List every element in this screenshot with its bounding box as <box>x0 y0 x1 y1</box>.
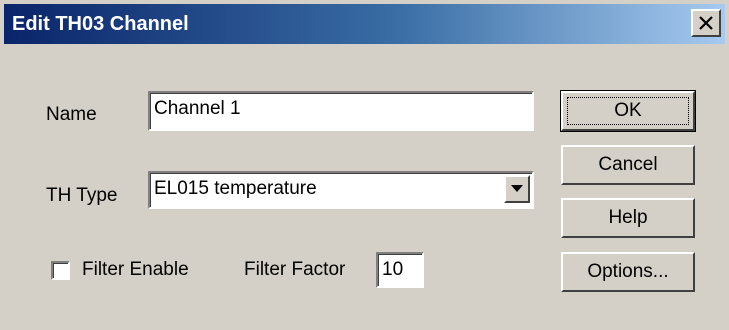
close-icon <box>699 16 713 30</box>
th-type-value: EL015 temperature <box>154 178 317 199</box>
cancel-button[interactable]: Cancel <box>561 145 695 185</box>
options-button-label: Options... <box>587 261 669 282</box>
filter-factor-value: 10 <box>382 259 404 280</box>
focus-rectangle <box>567 97 689 125</box>
filter-factor-input[interactable]: 10 <box>376 252 424 288</box>
th-type-dropdown[interactable]: EL015 temperature <box>148 171 534 209</box>
th-type-label: TH Type <box>46 185 118 206</box>
filter-enable-checkbox[interactable] <box>51 261 70 280</box>
name-input-value: Channel 1 <box>154 98 241 119</box>
name-label: Name <box>46 104 97 125</box>
help-button[interactable]: Help <box>561 198 695 238</box>
cancel-button-label: Cancel <box>598 154 658 175</box>
dropdown-arrow-button[interactable] <box>504 175 530 203</box>
chevron-down-icon <box>511 185 523 192</box>
filter-factor-label: Filter Factor <box>244 259 346 280</box>
window-title: Edit TH03 Channel <box>12 13 189 35</box>
options-button[interactable]: Options... <box>561 252 695 292</box>
name-input[interactable]: Channel 1 <box>148 91 534 131</box>
edit-channel-dialog: Edit TH03 Channel Name Channel 1 TH Type… <box>0 0 729 330</box>
ok-button[interactable]: OK <box>560 90 696 132</box>
help-button-label: Help <box>608 207 648 228</box>
filter-enable-label[interactable]: Filter Enable <box>82 259 189 281</box>
title-bar[interactable]: Edit TH03 Channel <box>4 4 725 44</box>
close-button[interactable] <box>691 9 721 37</box>
